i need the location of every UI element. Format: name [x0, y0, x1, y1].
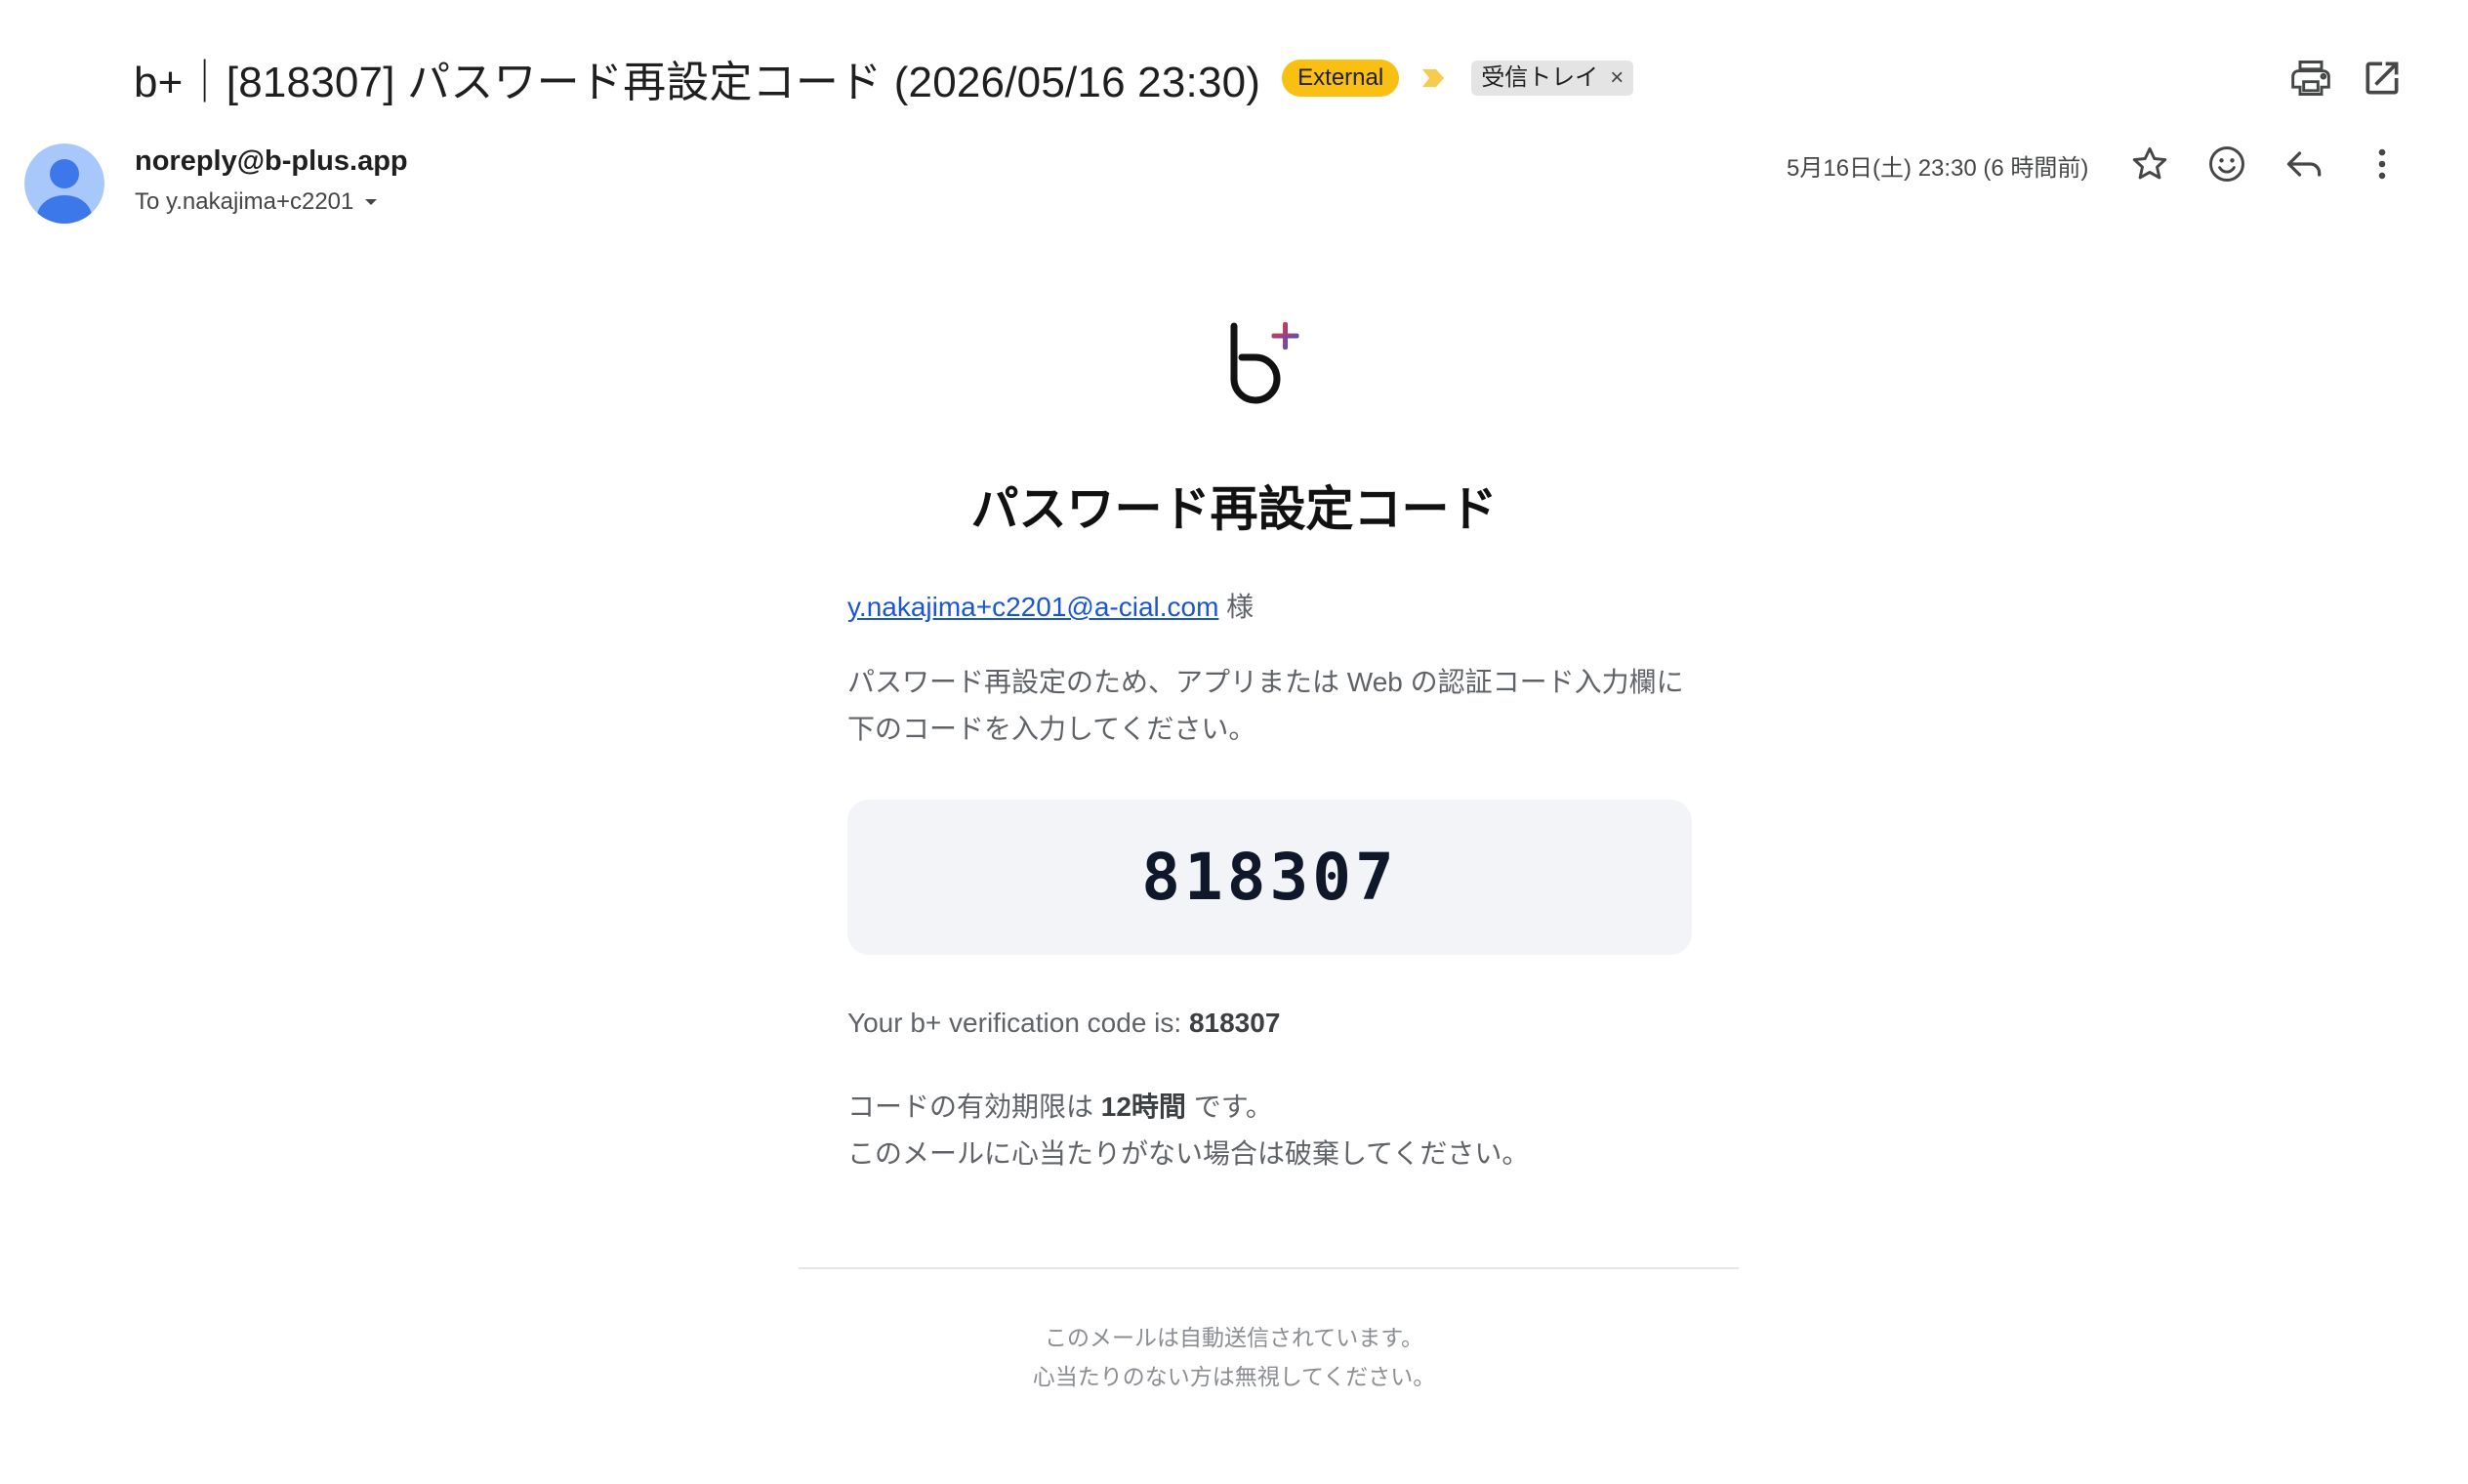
subject-row: b+｜[818307] パスワード再設定コード (2026/05/16 23:3… — [134, 49, 1634, 107]
verification-line: Your b+ verification code is: 818307 — [847, 1008, 1692, 1039]
footer-line-2: 心当たりのない方は無視してください。 — [1032, 1364, 1436, 1389]
recipient-row[interactable]: To y.nakajima+c2201 — [135, 188, 381, 216]
email-footer: このメールは自動送信されています。 心当たりのない方は無視してください。 — [0, 1318, 2468, 1396]
instruction-paragraph: パスワード再設定のため、アプリまたは Web の認証コード入力欄に 下のコードを… — [847, 659, 1692, 753]
expiry-suffix: です。 — [1185, 1092, 1273, 1122]
importance-marker-icon[interactable] — [1420, 67, 1446, 89]
emoji-icon[interactable] — [2205, 143, 2248, 186]
email-subject: b+｜[818307] パスワード再設定コード (2026/05/16 23:3… — [134, 59, 1261, 106]
remove-label-icon[interactable]: × — [1610, 65, 1624, 91]
avatar-person-icon — [37, 159, 92, 224]
open-in-new-window-icon[interactable] — [2361, 57, 2404, 100]
greeting-email-link[interactable]: y.nakajima+c2201@a-cial.com — [847, 592, 1218, 622]
footer-divider — [799, 1267, 1739, 1269]
greeting-suffix: 様 — [1218, 592, 1255, 622]
more-vert-icon[interactable] — [2361, 143, 2404, 186]
expiry-prefix: コードの有効期限は — [847, 1092, 1101, 1122]
sender-name: noreply@b-plus.app — [135, 145, 408, 177]
footer-line-1: このメールは自動送信されています。 — [1044, 1325, 1423, 1350]
print-icon[interactable] — [2289, 57, 2332, 100]
label-chip-inbox[interactable]: 受信トレイ × — [1471, 61, 1634, 96]
reply-icon[interactable] — [2283, 143, 2326, 186]
instruction-line-1: パスワード再設定のため、アプリまたは Web の認証コード入力欄に — [847, 667, 1684, 697]
greeting: y.nakajima+c2201@a-cial.com 様 — [847, 586, 1692, 625]
instruction-line-2: 下のコードを入力してください。 — [847, 714, 1256, 744]
b-plus-logo — [1230, 322, 1299, 404]
star-icon[interactable] — [2128, 143, 2171, 186]
email-title: パスワード再設定コード — [970, 483, 1498, 536]
verification-prefix: Your b+ verification code is: — [847, 1008, 1189, 1038]
recipient-text: To y.nakajima+c2201 — [135, 188, 354, 215]
expiry-paragraph: コードの有効期限は 12時間 です。 このメールに心当たりがない場合は破棄してく… — [847, 1084, 1692, 1177]
label-chip-text: 受信トレイ — [1481, 64, 1599, 91]
sender-avatar[interactable] — [24, 144, 104, 224]
verification-code: 818307 — [1141, 840, 1398, 915]
verification-code-inline: 818307 — [1188, 1008, 1281, 1038]
expiry-value: 12時間 — [1100, 1092, 1186, 1122]
expiry-line: コードの有効期限は 12時間 です。 — [847, 1084, 1692, 1131]
code-box: 818307 — [847, 800, 1692, 955]
external-badge: External — [1282, 60, 1400, 97]
discard-note: このメールに心当たりがない場合は破棄してください。 — [847, 1138, 1530, 1169]
dropdown-arrow-icon[interactable] — [361, 192, 381, 212]
email-date: 5月16日(土) 23:30 (6 時間前) — [1787, 155, 2089, 182]
